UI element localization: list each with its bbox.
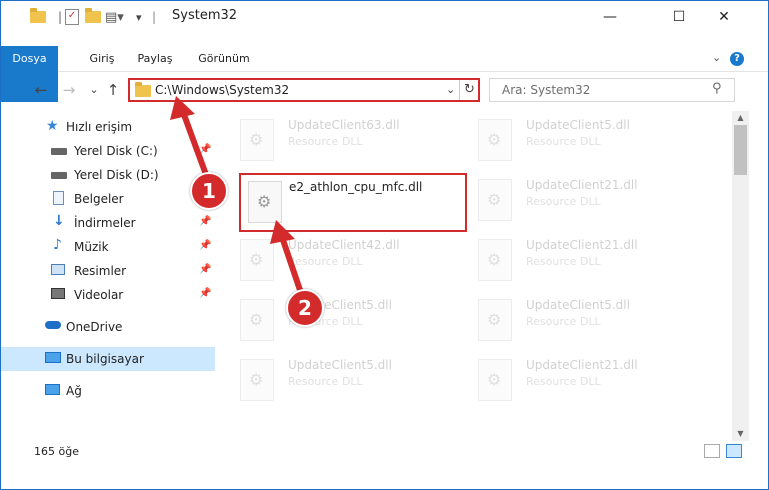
- forward-button[interactable]: →: [60, 81, 78, 99]
- details-view-icon[interactable]: [704, 444, 720, 458]
- search-icon: ⚲: [712, 81, 722, 96]
- explorer-window: | ✓ ▤▾ ▾ | System32 — ☐ ✕ Dosya Giriş Pa…: [0, 0, 769, 490]
- large-icons-view-icon[interactable]: [726, 444, 742, 458]
- step-2-badge: 2: [286, 289, 324, 327]
- scroll-thumb[interactable]: [734, 125, 747, 175]
- view-icon[interactable]: ▤▾: [105, 8, 124, 26]
- recent-locations-button[interactable]: ⌄: [85, 81, 103, 99]
- minimize-button[interactable]: —: [587, 1, 633, 32]
- list-item[interactable]: UpdateClient5.dll Resource DLL: [226, 291, 451, 347]
- properties-icon[interactable]: ✓: [65, 8, 79, 26]
- maximize-button[interactable]: ☐: [656, 1, 702, 32]
- refresh-button[interactable]: ↻: [459, 80, 479, 100]
- address-path[interactable]: C:\Windows\System32: [155, 83, 289, 97]
- list-item[interactable]: UpdateClient21.dll Resource DLL: [464, 171, 689, 227]
- tab-home[interactable]: Giriş: [80, 46, 124, 71]
- dll-file-icon: [478, 359, 512, 401]
- dll-file-icon: [240, 359, 274, 401]
- pin-icon[interactable]: 📌: [199, 288, 211, 299]
- pin-icon[interactable]: 📌: [199, 144, 211, 155]
- sidebar-item-quick-access[interactable]: ★ Hızlı erişim: [1, 115, 215, 139]
- list-item[interactable]: UpdateClient42.dll Resource DLL: [226, 231, 451, 287]
- network-icon: [45, 384, 60, 395]
- dll-file-icon: [248, 181, 282, 223]
- up-button[interactable]: ↑: [104, 81, 122, 99]
- pictures-icon: [51, 264, 65, 275]
- documents-icon: [53, 191, 64, 205]
- pin-icon[interactable]: 📌: [199, 264, 211, 275]
- item-count: 165 öğe: [34, 445, 79, 458]
- status-bar: 165 öğe: [1, 442, 768, 464]
- new-folder-icon[interactable]: [85, 8, 101, 26]
- computer-icon: [45, 352, 61, 363]
- step-1-badge: 1: [190, 172, 228, 210]
- sidebar-item-disk-d[interactable]: Yerel Disk (D:): [1, 163, 215, 187]
- address-dropdown-icon[interactable]: ⌄: [446, 83, 455, 96]
- sidebar-item-music[interactable]: ♪ Müzik 📌: [1, 235, 215, 259]
- list-item[interactable]: UpdateClient21.dll Resource DLL: [464, 231, 689, 287]
- file-list: UpdateClient63.dll Resource DLL UpdateCl…: [226, 111, 731, 441]
- cloud-icon: [45, 321, 61, 329]
- music-icon: ♪: [53, 237, 62, 253]
- drive-icon: [51, 148, 67, 155]
- highlighted-file-name: e2_athlon_cpu_mfc.dll: [289, 180, 423, 194]
- address-bar[interactable]: C:\Windows\System32 ⌄ ↻: [128, 78, 480, 102]
- sidebar-item-this-pc[interactable]: Bu bilgisayar: [1, 347, 215, 371]
- expand-ribbon-icon[interactable]: ⌄: [712, 51, 721, 64]
- dll-file-icon: [478, 239, 512, 281]
- title-bar: | ✓ ▤▾ ▾ | System32 — ☐ ✕: [1, 1, 768, 32]
- help-button[interactable]: ?: [730, 52, 744, 66]
- ribbon: Dosya Giriş Paylaş Görünüm ⌄: [1, 46, 768, 102]
- dll-file-icon: [240, 119, 274, 161]
- scroll-down-icon[interactable]: ▼: [732, 427, 749, 441]
- search-box[interactable]: Ara: System32 ⚲: [489, 78, 735, 102]
- videos-icon: [51, 288, 65, 299]
- sidebar-item-pictures[interactable]: Resimler 📌: [1, 259, 215, 283]
- drive-icon: [51, 172, 67, 179]
- star-icon: ★: [46, 118, 59, 134]
- sidebar-item-onedrive[interactable]: OneDrive: [1, 315, 215, 339]
- dll-file-icon: [478, 299, 512, 341]
- back-button[interactable]: ←: [32, 81, 50, 99]
- dll-file-icon: [240, 299, 274, 341]
- tab-view[interactable]: Görünüm: [189, 46, 259, 71]
- list-item[interactable]: UpdateClient5.dll Resource DLL: [226, 351, 451, 407]
- pin-icon[interactable]: 📌: [199, 216, 211, 227]
- vertical-scrollbar[interactable]: ▲ ▼: [732, 111, 749, 441]
- customize-toolbar-icon[interactable]: ▾: [136, 8, 142, 26]
- divider: |: [152, 10, 157, 24]
- sidebar-item-videos[interactable]: Videolar 📌: [1, 283, 215, 307]
- sidebar-item-documents[interactable]: Belgeler: [1, 187, 215, 211]
- window-title: System32: [172, 8, 238, 23]
- sidebar-item-downloads[interactable]: ↓ İndirmeler 📌: [1, 211, 215, 235]
- dll-file-icon: [478, 119, 512, 161]
- sidebar-item-disk-c[interactable]: Yerel Disk (C:) 📌: [1, 139, 215, 163]
- dll-file-icon: [240, 239, 274, 281]
- sidebar-item-network[interactable]: Ağ: [1, 379, 215, 403]
- list-item[interactable]: UpdateClient63.dll Resource DLL: [226, 111, 451, 167]
- search-input[interactable]: Ara: System32: [502, 83, 590, 97]
- list-item[interactable]: UpdateClient21.dll Resource DLL: [464, 351, 689, 407]
- navigation-pane: ★ Hızlı erişim Yerel Disk (C:) 📌 Yerel D…: [1, 110, 215, 440]
- close-button[interactable]: ✕: [701, 1, 747, 32]
- dll-file-icon: [478, 179, 512, 221]
- highlighted-file-item[interactable]: e2_athlon_cpu_mfc.dll: [239, 173, 467, 232]
- folder-icon: [135, 82, 151, 97]
- download-icon: ↓: [53, 213, 65, 229]
- pin-icon[interactable]: 📌: [199, 240, 211, 251]
- tab-share[interactable]: Paylaş: [129, 46, 181, 71]
- list-item[interactable]: UpdateClient5.dll Resource DLL: [464, 291, 689, 347]
- divider: |: [58, 10, 63, 24]
- folder-icon: [30, 8, 46, 26]
- scroll-up-icon[interactable]: ▲: [732, 111, 749, 125]
- list-item[interactable]: UpdateClient5.dll Resource DLL: [464, 111, 689, 167]
